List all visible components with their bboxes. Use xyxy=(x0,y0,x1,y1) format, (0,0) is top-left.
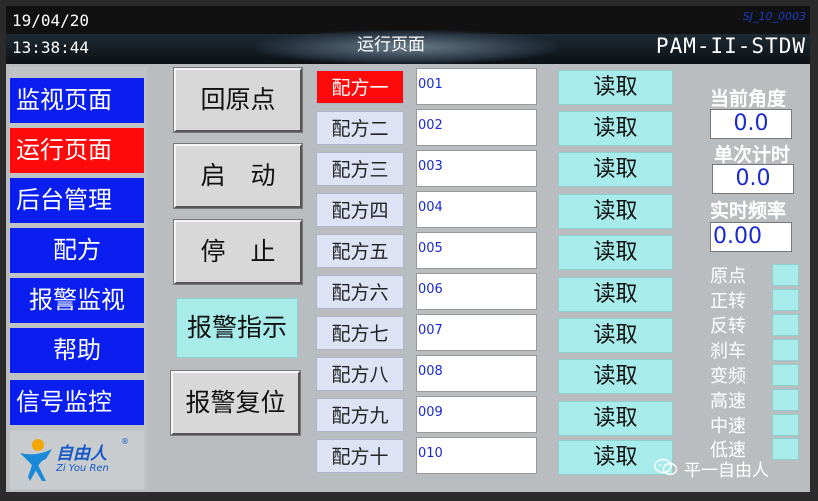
alarm-reset-button[interactable]: 报警复位 xyxy=(170,370,301,436)
indicator-reverse-label: 反转 xyxy=(710,316,746,337)
recipe-4-field[interactable]: 004 xyxy=(416,191,537,228)
recipe-1-button[interactable]: 配方一 xyxy=(316,70,404,104)
recipe-4-button[interactable]: 配方四 xyxy=(316,193,404,227)
company-logo: 自由人 ® Zi You Ren xyxy=(10,431,144,489)
recipe-10-button[interactable]: 配方十 xyxy=(316,439,404,473)
indicator-origin-lamp xyxy=(772,264,799,286)
nav-run-page[interactable]: 运行页面 xyxy=(10,128,144,173)
recipe-10-field[interactable]: 010 xyxy=(416,437,537,474)
header-bar: 19/04/20 13:38:44 运行页面 SJ_10_0003 PAM-II… xyxy=(6,6,810,64)
indicator-origin-label: 原点 xyxy=(710,266,746,287)
indicator-high-speed-label: 高速 xyxy=(710,391,746,412)
nav-monitor-page[interactable]: 监视页面 xyxy=(10,78,144,123)
start-button[interactable]: 启 动 xyxy=(173,143,303,209)
recipe-5-button[interactable]: 配方五 xyxy=(316,234,404,268)
nav-recipe[interactable]: 配方 xyxy=(10,228,144,273)
watermark-text: 平一自由人 xyxy=(684,461,769,481)
indicator-low-speed-lamp xyxy=(772,438,799,460)
read-recipe-5-button[interactable]: 读取 xyxy=(558,235,673,270)
indicator-vfd-lamp xyxy=(772,364,799,386)
read-recipe-3-button[interactable]: 读取 xyxy=(558,152,673,187)
indicator-brake-label: 刹车 xyxy=(710,341,746,362)
alarm-indicator: 报警指示 xyxy=(176,298,298,358)
nav-panel: 监视页面 运行页面 后台管理 配方 报警监视 帮助 信号监控 自由人 ® Zi … xyxy=(9,67,147,490)
recipe-9-field[interactable]: 009 xyxy=(416,396,537,433)
indicator-reverse-lamp xyxy=(772,314,799,336)
frequency-label: 实时频率 xyxy=(710,200,787,222)
date-display: 19/04/20 xyxy=(12,11,90,30)
recipe-3-button[interactable]: 配方三 xyxy=(316,152,404,186)
indicator-high-speed-lamp xyxy=(772,389,799,411)
recipe-8-button[interactable]: 配方八 xyxy=(316,357,404,391)
nav-alarm-monitor[interactable]: 报警监视 xyxy=(10,278,144,323)
read-recipe-7-button[interactable]: 读取 xyxy=(558,318,673,353)
device-code: SJ_10_0003 xyxy=(742,10,806,23)
indicator-forward-label: 正转 xyxy=(710,291,746,312)
read-recipe-6-button[interactable]: 读取 xyxy=(558,277,673,312)
recipe-9-button[interactable]: 配方九 xyxy=(316,398,404,432)
hmi-screen: 19/04/20 13:38:44 运行页面 SJ_10_0003 PAM-II… xyxy=(6,6,810,492)
recipe-6-button[interactable]: 配方六 xyxy=(316,275,404,309)
page-title: 运行页面 xyxy=(357,35,425,55)
person-logo-icon xyxy=(20,439,52,481)
nav-backend-management[interactable]: 后台管理 xyxy=(10,178,144,223)
indicator-brake-lamp xyxy=(772,339,799,361)
angle-label: 当前角度 xyxy=(710,88,787,110)
wechat-icon xyxy=(654,458,678,476)
recipe-7-button[interactable]: 配方七 xyxy=(316,316,404,350)
indicator-vfd-label: 变频 xyxy=(710,366,746,387)
indicator-mid-speed-lamp xyxy=(772,414,799,436)
stop-button[interactable]: 停 止 xyxy=(173,219,303,285)
home-button[interactable]: 回原点 xyxy=(173,67,303,133)
read-recipe-4-button[interactable]: 读取 xyxy=(558,194,673,229)
hmi-frame: 19/04/20 13:38:44 运行页面 SJ_10_0003 PAM-II… xyxy=(0,0,818,501)
recipe-8-field[interactable]: 008 xyxy=(416,355,537,392)
read-recipe-9-button[interactable]: 读取 xyxy=(558,401,673,436)
read-recipe-1-button[interactable]: 读取 xyxy=(558,70,673,105)
recipe-5-field[interactable]: 005 xyxy=(416,232,537,269)
recipe-3-field[interactable]: 003 xyxy=(416,150,537,187)
indicator-mid-speed-label: 中速 xyxy=(710,416,746,437)
timer-label: 单次计时 xyxy=(714,144,791,166)
angle-value: 0.0 xyxy=(710,109,792,139)
nav-help[interactable]: 帮助 xyxy=(10,328,144,373)
logo-subtext: Zi You Ren xyxy=(56,463,109,474)
frequency-value: 0.00 xyxy=(710,222,792,252)
read-recipe-2-button[interactable]: 读取 xyxy=(558,111,673,146)
read-recipe-8-button[interactable]: 读取 xyxy=(558,359,673,394)
logo-text: 自由人 xyxy=(56,444,107,464)
recipe-2-button[interactable]: 配方二 xyxy=(316,111,404,145)
registered-mark: ® xyxy=(121,437,129,446)
recipe-7-field[interactable]: 007 xyxy=(416,314,537,351)
time-display: 13:38:44 xyxy=(12,38,90,57)
timer-value: 0.0 xyxy=(712,164,794,194)
indicator-forward-lamp xyxy=(772,289,799,311)
recipe-6-field[interactable]: 006 xyxy=(416,273,537,310)
model-name: PAM-II-STDW xyxy=(655,34,806,58)
nav-signal-monitor[interactable]: 信号监控 xyxy=(10,380,144,425)
recipe-2-field[interactable]: 002 xyxy=(416,109,537,146)
recipe-1-field[interactable]: 001 xyxy=(416,68,537,105)
